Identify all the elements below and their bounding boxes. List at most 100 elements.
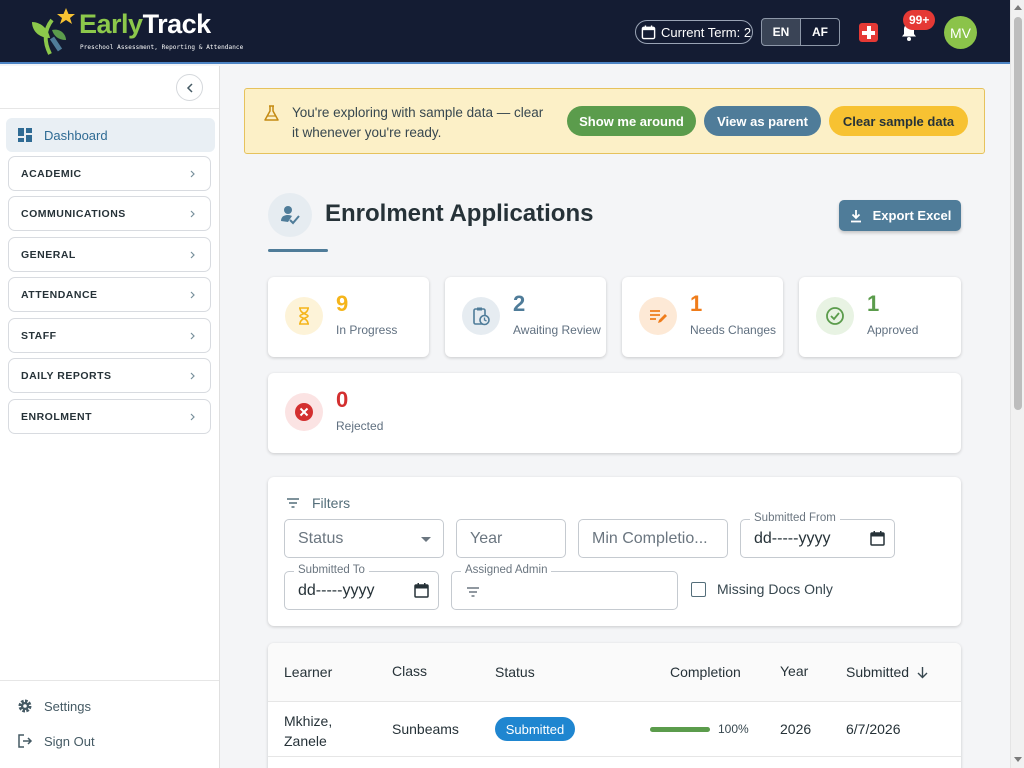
sidebar-item-label: STAFF [21,329,57,342]
first-aid-icon[interactable] [859,23,878,42]
scroll-down-arrow-icon[interactable] [1014,757,1022,762]
column-header-learner[interactable]: Learner [284,664,332,680]
stat-card-rejected[interactable]: 0 Rejected [268,373,961,453]
min-completion-input[interactable]: Min Completio... [578,519,728,558]
download-icon [850,209,861,222]
year-input[interactable]: Year [456,519,566,558]
sidebar-item-attendance[interactable]: ATTENDANCE [8,277,211,312]
current-term-label: Current Term: 2 [661,24,752,40]
dashboard-icon [18,128,32,142]
language-en-button[interactable]: EN [761,18,801,46]
calendar-icon [641,24,656,39]
banner-message: You're exploring with sample data — clea… [292,105,544,140]
status-placeholder: Status [298,529,344,547]
learner-first-name: Zanele [284,733,327,749]
filters-heading: Filters [285,495,350,511]
stat-card-in-progress[interactable]: 9 In Progress [268,277,429,357]
submitted-from-date[interactable]: Submitted From dd-----yyyy [740,512,895,558]
stat-card-needs-changes[interactable]: 1 Needs Changes [622,277,783,357]
chevron-left-icon [186,82,193,93]
language-af-button[interactable]: AF [800,18,840,46]
stat-label: Needs Changes [690,323,777,337]
scroll-up-arrow-icon[interactable] [1014,5,1022,10]
submitted-to-date[interactable]: Submitted To dd-----yyyy [284,564,439,610]
hourglass-icon [285,297,323,335]
min-completion-placeholder: Min Completio... [592,529,708,547]
chevron-right-icon [190,210,195,218]
sidebar-item-communications[interactable]: COMMUNICATIONS [8,196,211,231]
chevron-right-icon [190,291,195,299]
current-term-button[interactable]: Current Term: 2 [635,20,753,44]
page-scrollbar[interactable] [1010,0,1024,768]
sidebar-item-staff[interactable]: STAFF [8,318,211,353]
app-tagline: Preschool Assessment, Reporting & Attend… [80,44,244,51]
column-header-submitted-label: Submitted [846,664,910,680]
table-row-class: Sunbeams [392,721,459,737]
notification-badge: 99+ [903,10,936,30]
clipboard-clock-icon [462,297,500,335]
column-header-submitted[interactable]: Submitted [846,664,929,680]
enrolment-icon [268,193,312,237]
app-logo[interactable]: EarlyTrack Preschool Assessment, Reporti… [30,8,243,56]
table-row-submitted: 6/7/2026 [846,721,901,737]
sidebar-item-enrolment[interactable]: ENROLMENT [8,399,211,434]
flask-icon [264,105,279,121]
stat-label: In Progress [336,323,398,337]
sidebar-divider [0,108,219,109]
column-header-status[interactable]: Status [495,664,535,680]
column-header-year[interactable]: Year [780,663,808,679]
logout-icon [18,734,33,748]
stat-value: 2 [513,291,526,316]
sign-out-link[interactable]: Sign Out [17,731,95,751]
sidebar-item-academic[interactable]: ACADEMIC [8,156,211,191]
sidebar-item-label: Dashboard [44,127,108,143]
view-as-parent-button[interactable]: View as parent [704,106,821,136]
sidebar-item-label: COMMUNICATIONS [21,207,126,220]
show-me-around-button[interactable]: Show me around [567,106,696,136]
collapse-sidebar-button[interactable] [176,74,203,101]
page-title: Enrolment Applications [325,200,594,227]
submitted-to-value: dd-----yyyy [298,581,375,599]
scrollbar-thumb[interactable] [1014,17,1022,410]
submitted-from-label: Submitted From [750,512,840,524]
calendar-icon[interactable] [870,531,885,546]
sign-out-label: Sign Out [44,733,95,749]
stat-card-awaiting-review[interactable]: 2 Awaiting Review [445,277,606,357]
assigned-admin-label: Assigned Admin [461,564,552,576]
calendar-icon[interactable] [414,583,429,598]
stat-card-approved[interactable]: 1 Approved [799,277,961,357]
status-select[interactable]: Status [284,519,444,558]
chevron-right-icon [190,372,195,380]
stat-value: 0 [336,387,349,412]
stat-label: Approved [867,323,919,337]
filter-icon [287,498,299,508]
filters-panel: Filters Status Year Min Completio... Sub… [268,477,961,626]
settings-link[interactable]: Settings [17,696,91,716]
submitted-from-value: dd-----yyyy [754,529,831,547]
sidebar-item-general[interactable]: GENERAL [8,237,211,272]
table-row-learner[interactable]: Mkhize, Zanele [284,711,332,751]
sidebar-item-daily-reports[interactable]: DAILY REPORTS [8,358,211,393]
column-header-completion[interactable]: Completion [670,664,741,680]
sidebar-item-label: DAILY REPORTS [21,369,112,382]
column-header-class[interactable]: Class [392,663,427,679]
missing-docs-label[interactable]: Missing Docs Only [717,581,833,597]
sidebar-item-dashboard[interactable]: Dashboard [6,118,215,152]
user-avatar[interactable]: MV [944,16,977,49]
clear-sample-data-button[interactable]: Clear sample data [829,106,968,136]
stat-value: 1 [690,291,703,316]
assigned-admin-select[interactable]: Assigned Admin [451,564,678,610]
sidebar-bottom-divider [0,680,219,681]
stat-value: 1 [867,291,880,316]
sidebar-item-label: ACADEMIC [21,167,82,180]
missing-docs-checkbox[interactable] [691,582,706,597]
gear-icon [18,699,32,713]
sample-data-banner: You're exploring with sample data — clea… [244,88,985,154]
chevron-right-icon [190,251,195,259]
logo-sprout-icon [32,8,75,55]
filter-list-icon [467,586,479,597]
stat-label: Rejected [336,419,384,433]
export-excel-button[interactable]: Export Excel [839,200,961,231]
settings-label: Settings [44,698,91,714]
stat-value: 9 [336,291,349,316]
